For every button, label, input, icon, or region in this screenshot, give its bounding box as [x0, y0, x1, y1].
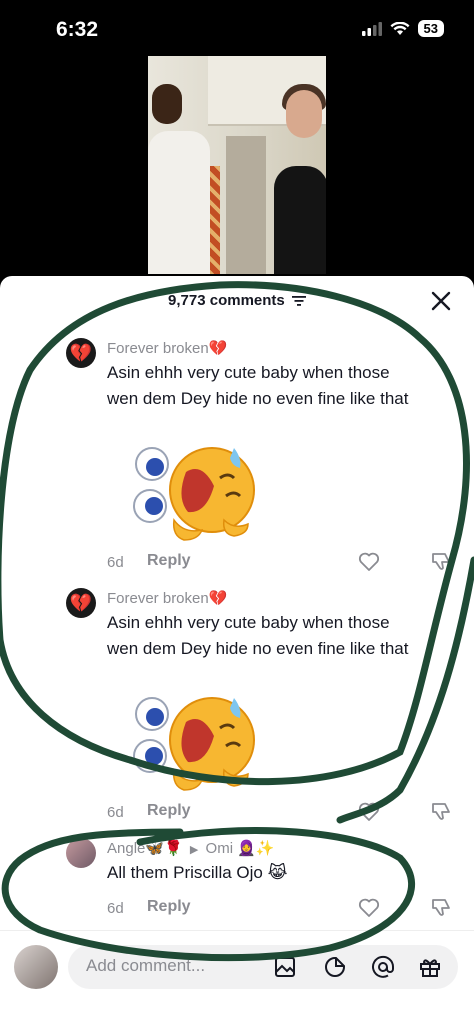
broken-heart-icon: 💔 [69, 593, 93, 613]
status-bar: 6:32 53 [0, 0, 474, 56]
comment-text: All them Priscilla Ojo 😹 [107, 863, 288, 882]
comment-time: 6d [107, 900, 124, 917]
dislike-icon[interactable] [430, 800, 452, 822]
comment-input-bar [0, 930, 474, 1024]
comment-count-label: 9,773 comments [168, 292, 285, 309]
close-icon[interactable] [430, 290, 452, 312]
reply-button[interactable]: Reply [147, 552, 191, 570]
crying-laughing-sticker [133, 697, 255, 791]
comment-input-pill[interactable] [68, 945, 458, 989]
signal-icon [361, 21, 382, 36]
status-time: 6:32 [56, 18, 99, 41]
comment-text: Asin ehhh very cute baby when those wen … [107, 363, 409, 408]
broken-heart-icon: 💔 [69, 343, 93, 363]
gift-icon[interactable] [418, 955, 442, 979]
reply-arrow-icon: ▶ [189, 844, 199, 856]
comment-username[interactable]: Forever broken💔 [107, 589, 227, 607]
dislike-icon[interactable] [430, 896, 452, 918]
reply-button[interactable]: Reply [147, 898, 191, 916]
comments-sheet: 9,773 comments 💔 Forever broken💔 Asin eh… [0, 276, 474, 1024]
crying-laughing-sticker [133, 447, 255, 541]
reply-button[interactable]: Reply [147, 802, 191, 820]
comment-username[interactable]: Angle🦋🌹 ▶ Omi 🧕✨ [107, 839, 275, 857]
avatar[interactable]: 💔 [66, 338, 96, 368]
wifi-icon [390, 21, 410, 35]
video-player[interactable] [148, 56, 326, 274]
comment-item: 💔 Forever broken💔 Asin ehhh very cute ba… [0, 584, 474, 824]
my-avatar[interactable] [14, 945, 58, 989]
battery-indicator: 53 [417, 20, 444, 37]
image-icon[interactable] [273, 955, 297, 979]
avatar[interactable] [66, 838, 96, 868]
comment-time: 6d [107, 554, 124, 571]
mention-icon[interactable] [371, 955, 395, 979]
comments-header: 9,773 comments [0, 276, 474, 326]
add-comment-input[interactable] [86, 956, 266, 976]
dislike-icon[interactable] [430, 550, 452, 572]
heart-icon[interactable] [358, 552, 380, 572]
comment-count-heading[interactable]: 9,773 comments [0, 292, 474, 309]
heart-icon[interactable] [358, 898, 380, 918]
comment-username[interactable]: Forever broken💔 [107, 339, 227, 357]
sticker-icon[interactable] [323, 955, 347, 979]
reply-comment-item: Angle🦋🌹 ▶ Omi 🧕✨ All them Priscilla Ojo … [0, 834, 474, 924]
avatar[interactable]: 💔 [66, 588, 96, 618]
heart-icon[interactable] [358, 802, 380, 822]
comment-text: Asin ehhh very cute baby when those wen … [107, 613, 409, 658]
comment-item: 💔 Forever broken💔 Asin ehhh very cute ba… [0, 334, 474, 574]
comment-time: 6d [107, 804, 124, 821]
status-icons: 53 [361, 20, 444, 37]
sort-filter-icon[interactable] [291, 295, 306, 307]
